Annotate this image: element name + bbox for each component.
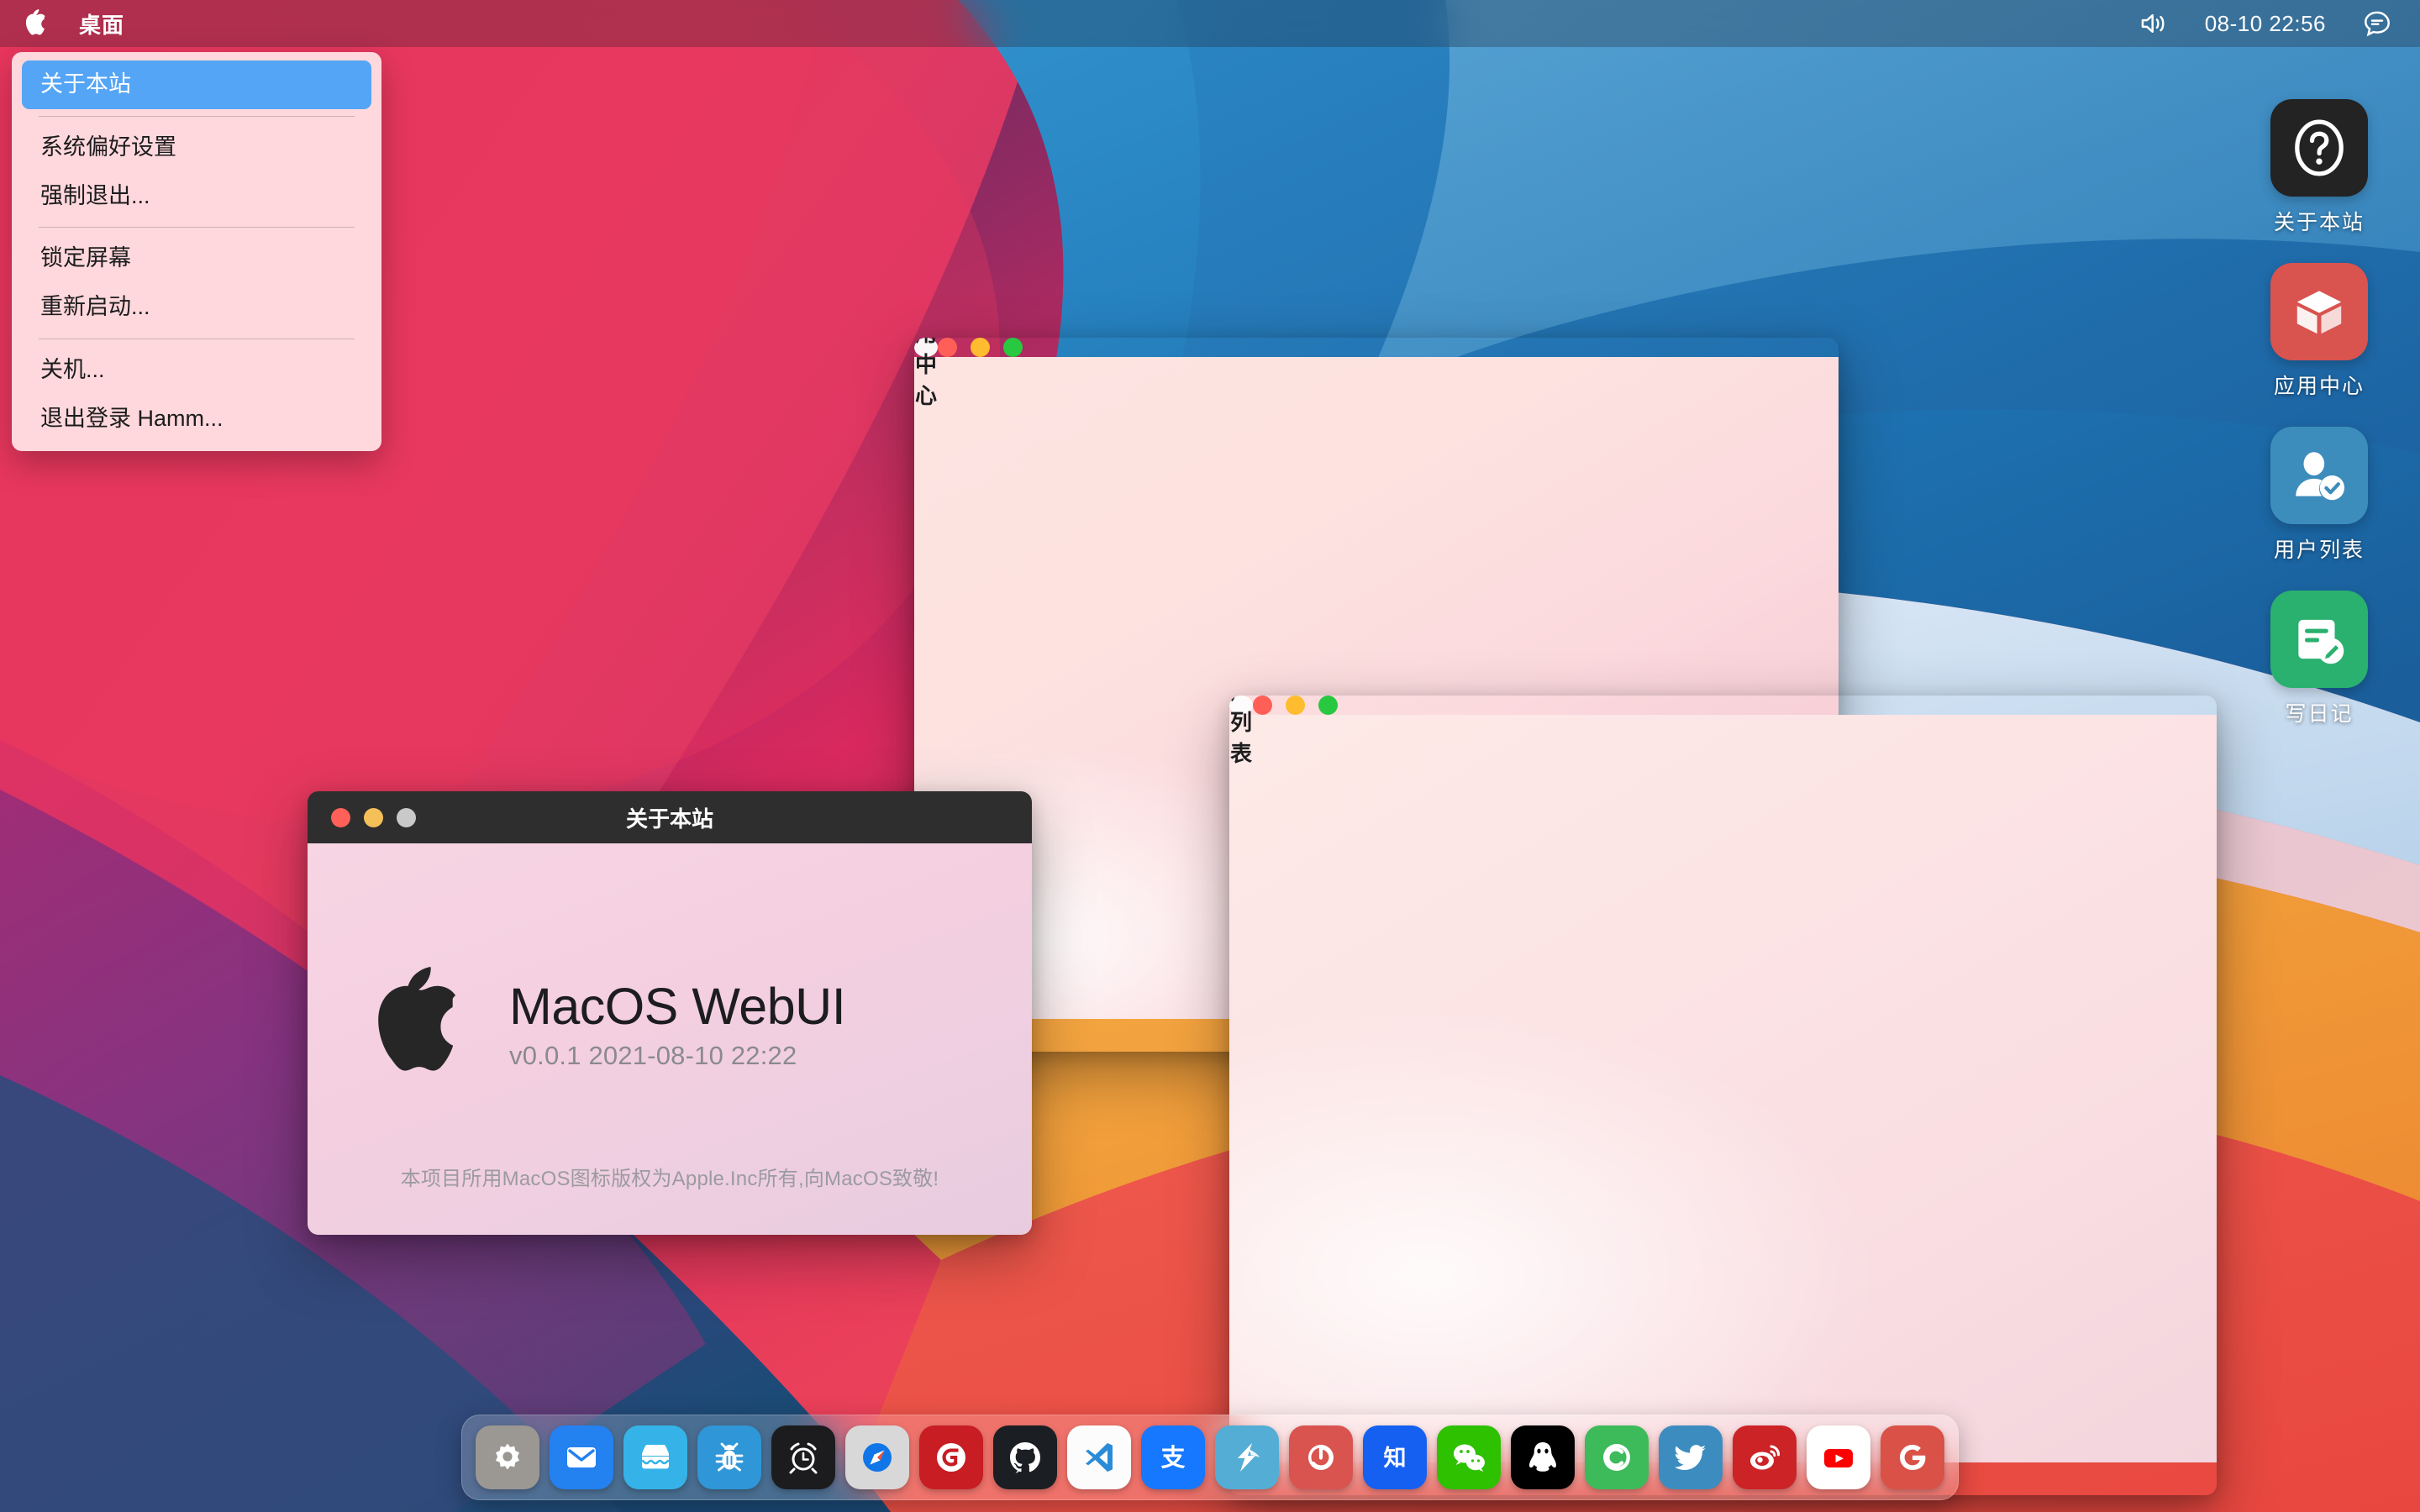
apple-menu-item-2[interactable]: 强制退出... bbox=[22, 172, 371, 221]
dock-item-wechat[interactable] bbox=[1437, 1425, 1501, 1489]
menu-bar: 桌面 08-10 22:56 bbox=[0, 0, 2420, 47]
apple-menu-item-1[interactable]: 系统偏好设置 bbox=[22, 123, 371, 172]
dock-item-qq[interactable] bbox=[1511, 1425, 1575, 1489]
desktop-icon-user-check[interactable]: 用户列表 bbox=[2252, 427, 2386, 564]
dock-item-bug[interactable] bbox=[697, 1425, 761, 1489]
dock-item-twitter[interactable] bbox=[1659, 1425, 1723, 1489]
desktop-icon-note-edit[interactable]: 写日记 bbox=[2252, 591, 2386, 727]
twitter-bird-icon bbox=[1670, 1437, 1711, 1478]
alipay-zhi-icon: 支 bbox=[1153, 1437, 1193, 1478]
dock-item-clock[interactable] bbox=[771, 1425, 835, 1489]
youtube-icon bbox=[1818, 1437, 1859, 1478]
svg-text:知: 知 bbox=[1384, 1446, 1407, 1471]
dock-item-settings[interactable] bbox=[476, 1425, 539, 1489]
chrome-360-icon bbox=[1301, 1437, 1341, 1478]
about-footer-text: 本项目所用MacOS图标版权为Apple.Inc所有,向MacOS致敬! bbox=[308, 1162, 1032, 1235]
apple-menu-separator bbox=[39, 116, 355, 117]
window-title-about: 关于本站 bbox=[308, 802, 1032, 833]
window-user-list[interactable]: 用户列表 bbox=[1229, 696, 2217, 1495]
weibo-eye-icon bbox=[1744, 1437, 1785, 1478]
window-about[interactable]: 关于本站 MacOS WebUI v0.0.1 2021-08-10 22:22… bbox=[308, 791, 1032, 1235]
menu-bar-title[interactable]: 桌面 bbox=[79, 8, 124, 39]
apple-menu-item-3[interactable]: 锁定屏幕 bbox=[22, 234, 371, 283]
dock-item-appstore[interactable] bbox=[623, 1425, 687, 1489]
minimize-button[interactable] bbox=[971, 338, 990, 357]
apple-menu-item-6[interactable]: 退出登录 Hamm... bbox=[22, 395, 371, 444]
about-app-name: MacOS WebUI bbox=[509, 978, 845, 1035]
volume-icon[interactable] bbox=[2139, 9, 2168, 38]
minimize-button[interactable] bbox=[364, 808, 383, 827]
dock: 支知 bbox=[461, 1415, 1959, 1500]
compass-icon bbox=[857, 1437, 897, 1478]
dock-item-dingtalk[interactable] bbox=[1215, 1425, 1279, 1489]
maximize-button[interactable] bbox=[397, 808, 416, 827]
desktop-icon-box[interactable]: 应用中心 bbox=[2252, 263, 2386, 400]
bug-icon bbox=[709, 1437, 750, 1478]
close-button[interactable] bbox=[1253, 696, 1272, 715]
close-button[interactable] bbox=[331, 808, 350, 827]
note-edit-icon[interactable] bbox=[2270, 591, 2368, 688]
desktop-icon-question-mark[interactable]: 关于本站 bbox=[2252, 99, 2386, 236]
vscode-icon bbox=[1079, 1437, 1119, 1478]
dock-item-weibo[interactable] bbox=[1733, 1425, 1797, 1489]
dock-item-alipay[interactable]: 支 bbox=[1141, 1425, 1205, 1489]
dock-item-zhihu[interactable]: 知 bbox=[1363, 1425, 1427, 1489]
question-mark-icon[interactable] bbox=[2270, 99, 2368, 197]
gear-icon bbox=[487, 1437, 528, 1478]
box-icon[interactable] bbox=[2270, 263, 2368, 360]
traffic-lights-user-list bbox=[1253, 696, 1338, 715]
menu-bar-clock[interactable]: 08-10 22:56 bbox=[2205, 11, 2326, 37]
minimize-button[interactable] bbox=[1286, 696, 1305, 715]
apple-dropdown-menu[interactable]: 关于本站系统偏好设置强制退出... 锁定屏幕重新启动... 关机...退出登录 Ha… bbox=[12, 52, 381, 451]
csdn-c-icon bbox=[1597, 1437, 1637, 1478]
window-titlebar-user-list[interactable]: 用户列表 bbox=[1229, 696, 1253, 715]
window-body-about: MacOS WebUI v0.0.1 2021-08-10 22:22 本项目所… bbox=[308, 843, 1032, 1235]
desktop-icon-label: 应用中心 bbox=[2274, 370, 2365, 400]
user-check-icon[interactable] bbox=[2270, 427, 2368, 524]
desktop-icon-label: 用户列表 bbox=[2274, 533, 2365, 564]
apple-menu-item-4[interactable]: 重新启动... bbox=[22, 283, 371, 332]
traffic-lights-about bbox=[331, 808, 416, 827]
apple-logo-icon bbox=[363, 967, 462, 1083]
about-version: v0.0.1 2021-08-10 22:22 bbox=[509, 1041, 845, 1071]
mail-icon bbox=[561, 1437, 602, 1478]
store-icon bbox=[635, 1437, 676, 1478]
svg-text:支: 支 bbox=[1160, 1444, 1185, 1472]
github-cat-icon bbox=[1005, 1437, 1045, 1478]
dock-item-csdn[interactable] bbox=[1585, 1425, 1649, 1489]
dock-item-google[interactable] bbox=[1881, 1425, 1944, 1489]
dock-item-github[interactable] bbox=[993, 1425, 1057, 1489]
close-button[interactable] bbox=[938, 338, 957, 357]
dock-item-vscode[interactable] bbox=[1067, 1425, 1131, 1489]
dock-item-browser360[interactable] bbox=[1289, 1425, 1353, 1489]
gitee-g-icon bbox=[931, 1437, 971, 1478]
desktop-icon-label: 关于本站 bbox=[2274, 206, 2365, 236]
desktop-icon-label: 写日记 bbox=[2285, 697, 2353, 727]
apple-menu-separator bbox=[39, 227, 355, 228]
desktop-icon-list: 关于本站应用中心用户列表写日记 bbox=[2252, 99, 2386, 727]
dock-item-mail[interactable] bbox=[550, 1425, 613, 1489]
window-titlebar-app-center[interactable]: 应用中心 bbox=[914, 338, 938, 357]
zhihu-icon: 知 bbox=[1375, 1437, 1415, 1478]
maximize-button[interactable] bbox=[1318, 696, 1338, 715]
dock-item-youtube[interactable] bbox=[1807, 1425, 1870, 1489]
dingtalk-icon bbox=[1227, 1437, 1267, 1478]
window-titlebar-about[interactable]: 关于本站 bbox=[308, 791, 1032, 843]
message-icon[interactable] bbox=[2363, 9, 2391, 38]
alarm-clock-icon bbox=[783, 1437, 823, 1478]
dock-item-gitee[interactable] bbox=[919, 1425, 983, 1489]
apple-menu-item-0[interactable]: 关于本站 bbox=[22, 60, 371, 109]
qq-penguin-icon bbox=[1523, 1437, 1563, 1478]
wechat-icon bbox=[1449, 1437, 1489, 1478]
apple-logo-icon[interactable] bbox=[22, 9, 47, 38]
apple-menu-item-5[interactable]: 关机... bbox=[22, 346, 371, 395]
dock-item-safari[interactable] bbox=[845, 1425, 909, 1489]
maximize-button[interactable] bbox=[1003, 338, 1023, 357]
window-body-user-list bbox=[1229, 715, 2217, 1462]
google-g-icon bbox=[1892, 1437, 1933, 1478]
traffic-lights-app-center bbox=[938, 338, 1023, 357]
